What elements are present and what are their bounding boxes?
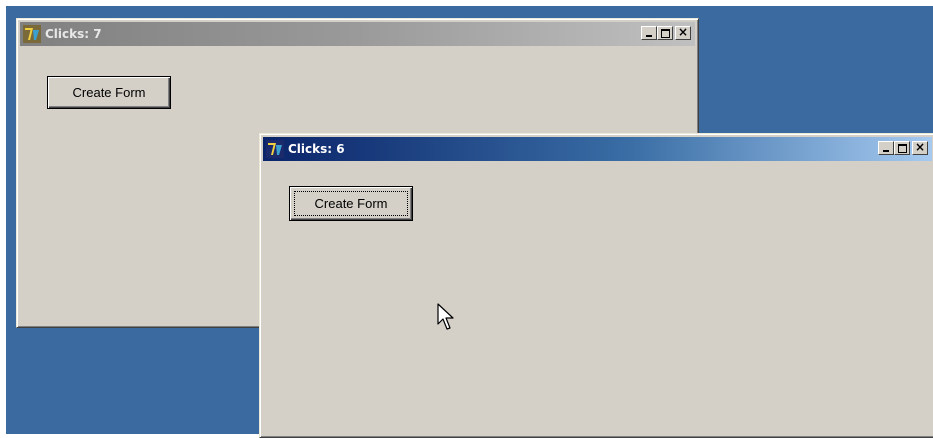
mouse-pointer-icon [437,303,454,330]
app-icon [23,25,41,43]
close-button[interactable]: × [912,140,928,155]
desktop: Clicks: 7 × Create Form Clicks: 6 × Crea… [6,6,933,438]
minimize-button[interactable] [878,141,894,155]
minimize-button[interactable] [641,26,657,40]
window-clicks-6[interactable]: Clicks: 6 × Create Form [259,133,933,438]
close-icon: × [677,25,689,39]
create-form-button[interactable]: Create Form [47,76,171,109]
minimize-icon [646,35,652,37]
maximize-icon [661,29,670,38]
window-controls: × [641,25,691,40]
minimize-icon [883,150,889,152]
create-form-button[interactable]: Create Form [289,186,413,221]
maximize-button[interactable] [657,26,673,40]
close-icon: × [914,140,926,154]
window-controls: × [878,140,928,155]
title-bar[interactable]: Clicks: 6 × [263,137,932,161]
title-bar[interactable]: Clicks: 7 × [20,22,695,46]
app-icon [266,140,284,158]
window-title: Clicks: 7 [45,27,102,41]
window-title: Clicks: 6 [288,142,345,156]
close-button[interactable]: × [675,25,691,40]
maximize-icon [898,144,907,153]
maximize-button[interactable] [894,141,910,155]
